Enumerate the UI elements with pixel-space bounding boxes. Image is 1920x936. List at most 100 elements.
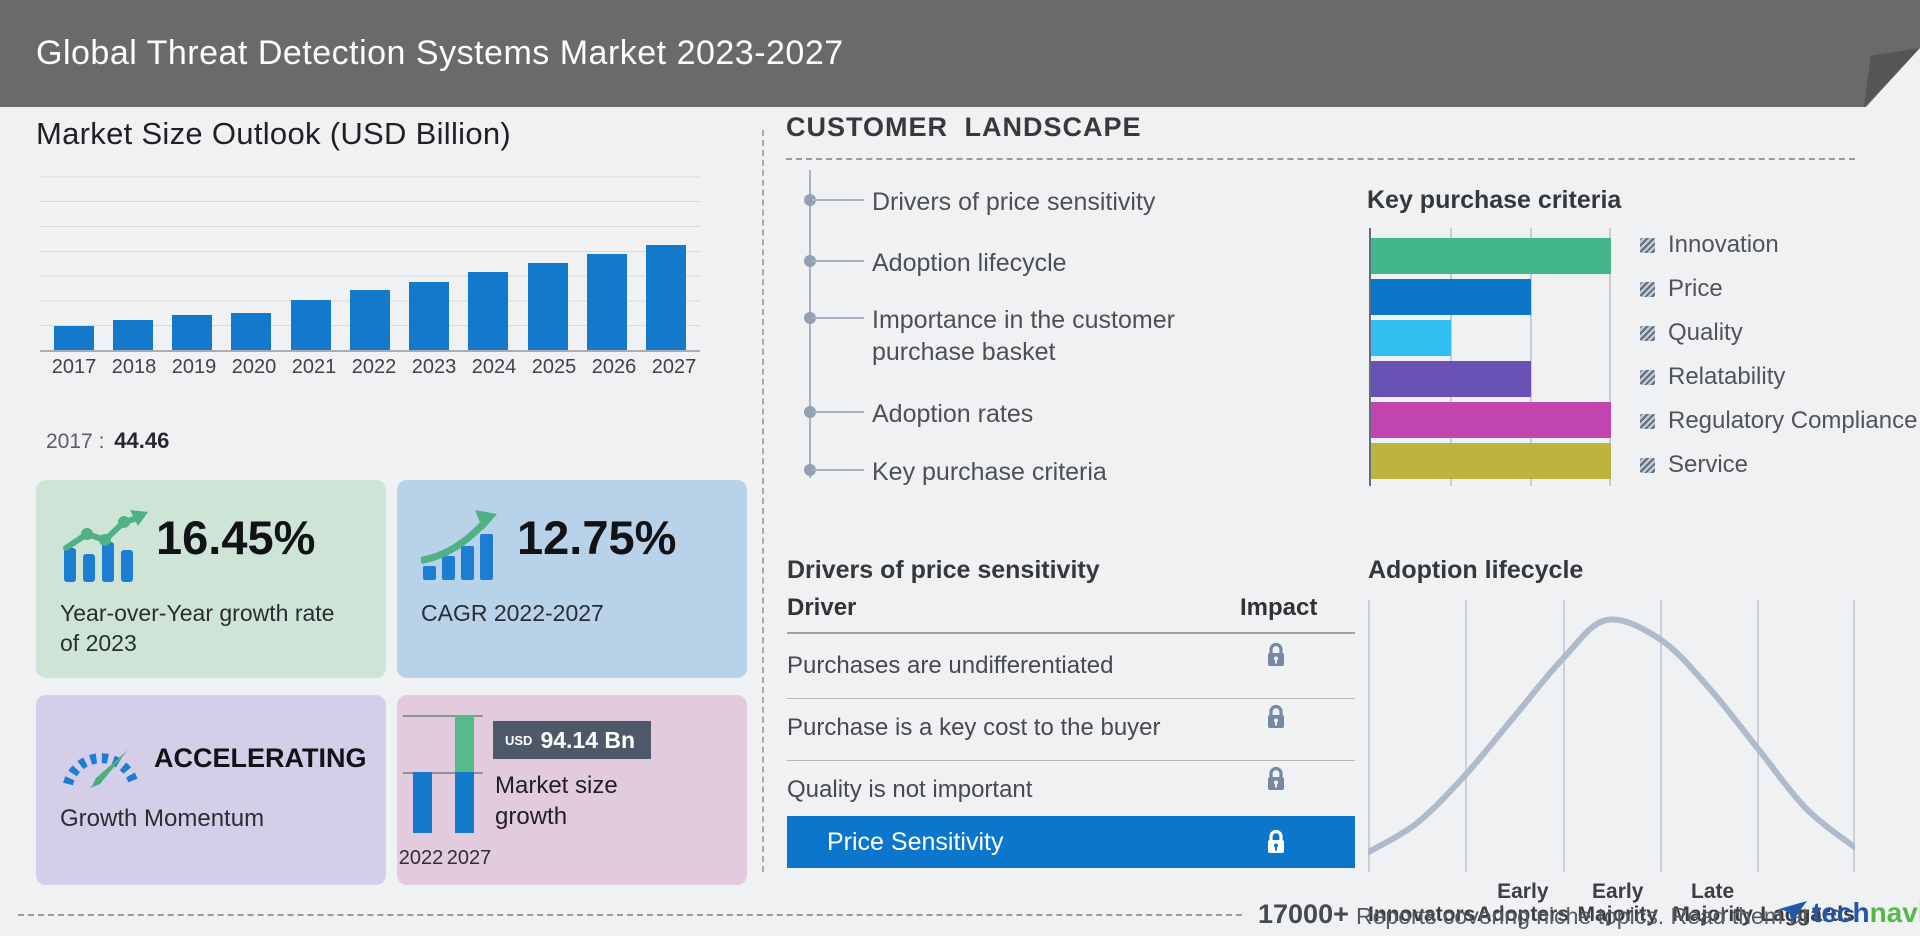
legend-item: Regulatory Compliance — [1640, 406, 1917, 436]
kpc-bar-regulatory-compliance — [1371, 402, 1611, 438]
market-bar-2022 — [349, 290, 390, 350]
landscape-connector-line — [809, 170, 811, 478]
legend-item: Service — [1640, 450, 1748, 480]
x-tick-label: 2021 — [291, 356, 337, 378]
market-bar-2026 — [587, 254, 628, 350]
legend-item: Relatability — [1640, 362, 1785, 392]
market-size-growth-card: 2022 2027 USD 94.14 Bn Market size growt… — [397, 695, 747, 885]
market-bar-2024 — [468, 272, 509, 350]
hatched-square-icon — [1640, 281, 1655, 297]
growth-year-end: 2027 — [446, 847, 492, 869]
infographic-canvas: Global Threat Detection Systems Market 2… — [0, 0, 1920, 936]
market-bar-2019 — [172, 314, 213, 350]
bell-curve — [1368, 616, 1855, 856]
kpc-bars — [1371, 238, 1611, 484]
x-tick-label: 2024 — [471, 356, 517, 378]
market-growth-label: Market size growth — [495, 772, 618, 830]
badge-currency: USD — [505, 732, 533, 748]
growth-bar-2027-increment — [455, 715, 474, 772]
market-bar-2023 — [409, 281, 450, 350]
market-size-2017-callout: 2017 : 44.46 — [46, 428, 169, 454]
growth-years: 2022 2027 — [397, 847, 493, 870]
page-title: Global Threat Detection Systems Market 2… — [36, 34, 844, 72]
market-size-chart — [40, 176, 700, 352]
landscape-item-purchase-basket: Importance in the customer purchase bask… — [872, 306, 1175, 366]
legend-label: Relatability — [1668, 363, 1786, 390]
callout-year: 2017 — [46, 430, 93, 453]
technavio-arrow-icon — [1779, 901, 1807, 922]
landscape-item-adoption-lifecycle: Adoption lifecycle — [872, 249, 1067, 277]
landscape-item-adoption-rates: Adoption rates — [872, 400, 1034, 428]
growth-year-start: 2022 — [398, 847, 444, 869]
x-tick-label: 2019 — [171, 356, 217, 378]
yoy-label: Year-over-Year growth rate of 2023 — [60, 600, 335, 657]
corner-cut — [1866, 48, 1920, 107]
technavio-logo[interactable]: tech navio ™ — [1778, 897, 1920, 929]
lock-icon — [1264, 640, 1288, 675]
market-bar-2025 — [527, 263, 568, 350]
bullet-connector — [812, 411, 864, 413]
kpc-bar-service — [1371, 443, 1611, 479]
callout-sep: : — [98, 430, 105, 453]
column-header-driver: Driver — [787, 594, 857, 621]
column-divider — [762, 130, 764, 872]
market-growth-badge: USD 94.14 Bn — [493, 721, 651, 759]
market-bar-2021 — [290, 299, 331, 350]
badge-value: 94.14 Bn — [540, 726, 636, 753]
column-header-impact: Impact — [1240, 594, 1318, 621]
lock-icon — [1264, 827, 1288, 862]
callout-value: 44.46 — [114, 428, 170, 453]
table-row: Purchases are undifferentiated — [787, 652, 1114, 679]
logo-text-tech: tech — [1812, 897, 1870, 928]
market-size-x-axis: 2017 2018 2019 2020 2021 2022 2023 2024 2025 2026… — [40, 356, 708, 379]
legend-item: Innovation — [1640, 230, 1779, 260]
cagr-label: CAGR 2022-2027 — [421, 600, 604, 626]
momentum-value: ACCELERATING — [154, 743, 367, 773]
row-separator — [787, 760, 1355, 761]
landscape-item-price-sensitivity: Drivers of price sensitivity — [872, 188, 1156, 216]
hatched-square-icon — [1640, 457, 1655, 473]
kpc-bar-quality — [1371, 320, 1451, 356]
legend-label: Quality — [1668, 319, 1743, 346]
yoy-growth-card: 16.45% Year-over-Year growth rate of 202… — [36, 480, 386, 678]
drivers-table-title: Drivers of price sensitivity — [787, 556, 1100, 584]
market-bar-2027 — [646, 245, 687, 350]
customer-landscape-underline — [786, 158, 1855, 160]
x-tick-label: 2020 — [231, 356, 277, 378]
market-bar-2018 — [112, 319, 153, 350]
report-count: 17000+ — [1258, 899, 1349, 929]
row-separator — [787, 698, 1355, 699]
bullet-connector — [812, 317, 864, 319]
x-tick-label: 2022 — [351, 356, 397, 378]
x-tick-label: 2017 — [51, 356, 97, 378]
legend-label: Price — [1668, 275, 1723, 302]
lock-icon — [1264, 764, 1288, 799]
momentum-label: Growth Momentum — [60, 805, 265, 832]
table-row: Quality is not important — [787, 776, 1033, 803]
kpc-bar-price — [1371, 279, 1531, 315]
x-tick-label: 2026 — [591, 356, 637, 378]
legend-item: Quality — [1640, 318, 1743, 348]
x-tick-label: 2027 — [651, 356, 697, 378]
legend-label: Innovation — [1668, 231, 1779, 258]
key-purchase-criteria-chart — [1369, 228, 1611, 486]
hatched-square-icon — [1640, 413, 1655, 429]
footer-divider — [18, 914, 1242, 916]
growth-bar-2022 — [413, 772, 432, 833]
speedometer-icon — [60, 728, 142, 795]
bullet-connector — [812, 199, 864, 201]
adoption-lifecycle-chart — [1368, 600, 1855, 872]
header-bar: Global Threat Detection Systems Market 2… — [0, 0, 1920, 107]
landscape-item-key-purchase-criteria: Key purchase criteria — [872, 458, 1107, 486]
market-bar-2020 — [231, 312, 272, 350]
table-row: Purchase is a key cost to the buyer — [787, 714, 1161, 741]
price-sensitivity-highlight-row: Price Sensitivity — [787, 816, 1355, 868]
bullet-connector — [812, 260, 864, 262]
legend-label: Regulatory Compliance — [1668, 407, 1918, 434]
logo-text-navio: navio — [1869, 897, 1920, 928]
x-tick-label: 2018 — [111, 356, 157, 378]
rising-bars-arrow-icon — [419, 508, 507, 587]
adoption-lifecycle-title: Adoption lifecycle — [1368, 556, 1584, 584]
bar-chart-trend-icon — [60, 508, 148, 589]
yoy-value: 16.45% — [156, 511, 316, 564]
